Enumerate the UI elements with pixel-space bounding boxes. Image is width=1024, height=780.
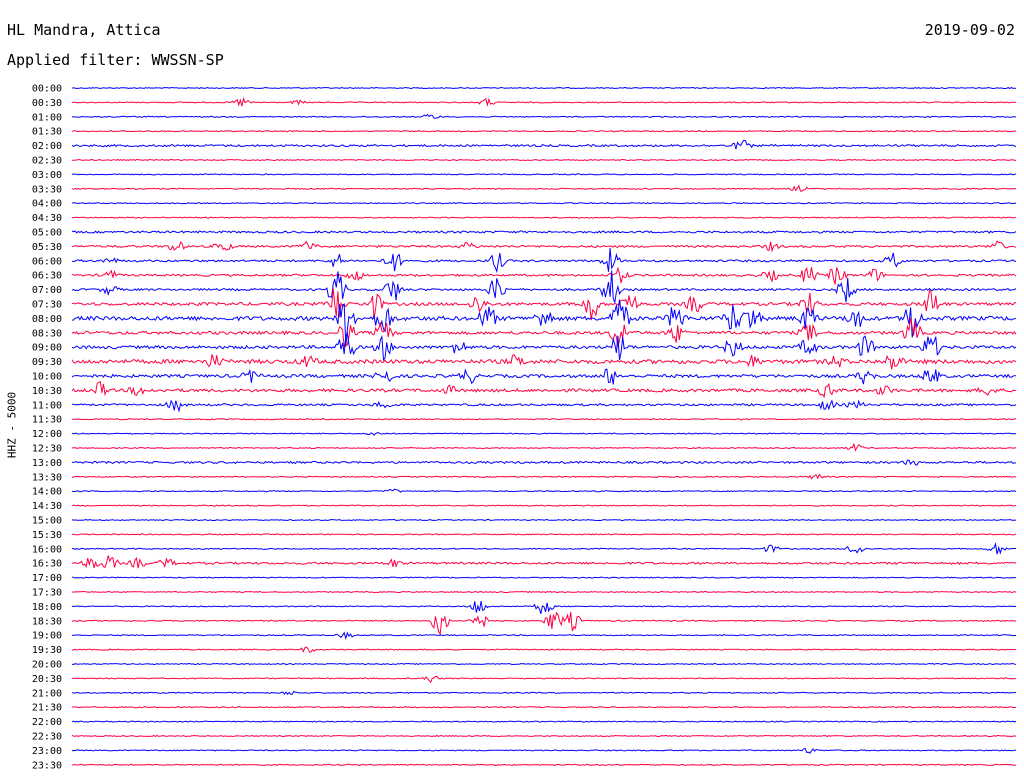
seismic-trace (71, 240, 1017, 253)
time-tick-label: 01:30 (32, 127, 62, 138)
time-tick-label: 00:00 (32, 84, 62, 95)
seismic-trace (71, 86, 1017, 90)
time-tick-label: 06:00 (32, 256, 62, 267)
time-tick-label: 17:00 (32, 573, 62, 584)
time-tick-label: 15:30 (32, 530, 62, 541)
time-tick-label: 20:00 (32, 660, 62, 671)
time-tick-label: 10:30 (32, 386, 62, 397)
seismic-trace (71, 488, 1017, 493)
seismic-trace (71, 266, 1017, 285)
seismic-trace (72, 646, 1017, 653)
seismic-trace (71, 459, 1017, 466)
time-tick-label: 07:30 (32, 300, 62, 311)
time-tick-label: 22:00 (32, 717, 62, 728)
seismic-trace (71, 432, 1017, 436)
time-tick-label: 15:00 (32, 516, 62, 527)
seismic-trace (71, 576, 1017, 579)
time-tick-label: 10:00 (32, 372, 62, 383)
time-tick-label: 00:30 (32, 98, 62, 109)
time-tick-label: 13:30 (32, 472, 62, 483)
time-tick-label: 09:30 (32, 357, 62, 368)
time-tick-label: 04:00 (32, 199, 62, 210)
seismic-trace (71, 720, 1017, 723)
seismic-trace (71, 631, 1016, 641)
seismic-trace (72, 690, 1017, 696)
seismic-trace (71, 734, 1017, 738)
seismic-trace (71, 747, 1017, 754)
seismic-trace (71, 331, 1017, 362)
time-tick-label: 08:30 (32, 328, 62, 339)
time-tick-label: 21:30 (32, 703, 62, 714)
time-tick-label: 23:30 (32, 760, 62, 771)
seismic-trace (72, 399, 1017, 413)
seismic-trace (71, 662, 1017, 666)
time-tick-label: 14:30 (32, 501, 62, 512)
seismic-trace (71, 288, 1017, 321)
time-tick-label: 13:00 (32, 458, 62, 469)
seismic-trace (71, 542, 1017, 555)
seismic-trace (71, 763, 1017, 766)
seismic-trace (71, 706, 1017, 709)
time-tick-label: 05:30 (32, 242, 62, 253)
seismic-trace (71, 418, 1017, 421)
time-tick-label: 08:00 (32, 314, 62, 325)
time-tick-label: 18:30 (32, 616, 62, 627)
time-tick-label: 03:30 (32, 184, 62, 195)
seismic-trace (71, 473, 1017, 480)
seismic-trace (71, 675, 1017, 684)
seismic-trace (71, 247, 1017, 274)
seismic-trace (71, 202, 1017, 205)
seismic-trace (71, 130, 1017, 133)
seismic-trace (71, 230, 1017, 234)
time-tick-label: 11:00 (32, 400, 62, 411)
seismic-trace (71, 354, 1017, 370)
time-tick-label: 16:00 (32, 544, 62, 555)
seismic-trace (71, 381, 1017, 399)
time-tick-label: 12:00 (32, 429, 62, 440)
seismic-trace (72, 442, 1017, 452)
time-tick-label: 01:00 (32, 112, 62, 123)
seismic-trace (71, 317, 1017, 349)
time-tick-label: 17:30 (32, 588, 62, 599)
seismic-trace (71, 158, 1017, 162)
time-tick-label: 12:30 (32, 444, 62, 455)
time-tick-label: 19:30 (32, 645, 62, 656)
seismic-trace (71, 368, 1016, 385)
time-tick-label: 20:30 (32, 674, 62, 685)
time-tick-label: 22:30 (32, 732, 62, 743)
time-tick-label: 04:30 (32, 213, 62, 224)
time-tick-label: 19:00 (32, 631, 62, 642)
time-tick-label: 11:30 (32, 415, 62, 426)
time-tick-label: 05:00 (32, 228, 62, 239)
seismic-trace (71, 518, 1017, 522)
time-tick-label: 18:00 (32, 602, 62, 613)
seismic-trace (71, 590, 1017, 594)
seismic-trace (71, 533, 1017, 536)
helicorder-plot: 00:00 00:30 01:00 01:30 02:00 02:30 03:00 03:30… (32, 84, 1017, 771)
seismic-trace (71, 555, 1017, 569)
seismic-trace (71, 216, 1017, 219)
time-tick-label: 21:00 (32, 688, 62, 699)
seismic-trace (71, 184, 1017, 192)
time-tick-label: 14:00 (32, 487, 62, 498)
time-tick-label: 03:00 (32, 170, 62, 181)
seismic-trace (71, 299, 1017, 347)
time-tick-label: 02:00 (32, 141, 62, 152)
time-tick-label: 16:30 (32, 559, 62, 570)
seismic-trace (71, 113, 1017, 119)
seismic-trace (72, 601, 1017, 614)
seismic-trace (71, 97, 1017, 107)
seismic-trace (71, 611, 1017, 636)
time-tick-label: 07:00 (32, 285, 62, 296)
time-tick-label: 02:30 (32, 156, 62, 167)
seismic-trace (71, 504, 1017, 507)
time-tick-label: 09:00 (32, 343, 62, 354)
seismic-trace (71, 173, 1017, 176)
seismic-trace (71, 139, 1017, 150)
time-tick-label: 06:30 (32, 271, 62, 282)
time-tick-label: 23:00 (32, 746, 62, 757)
